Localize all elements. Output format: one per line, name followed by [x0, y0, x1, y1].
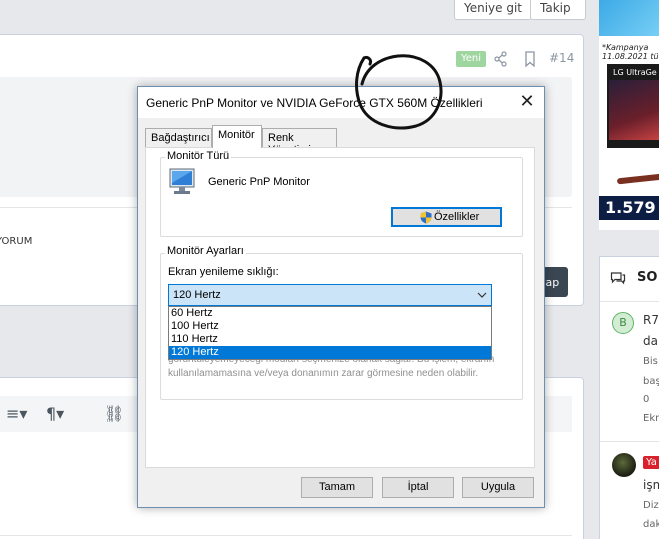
divider — [600, 441, 659, 442]
tab-monitor[interactable]: Monitör — [212, 125, 262, 148]
option-120hz[interactable]: 120 Hertz — [169, 346, 491, 359]
status-badge: Ya — [643, 456, 659, 469]
thread-meta: 0 — [643, 394, 650, 405]
monitor-properties-dialog: Generic PnP Monitor ve NVIDIA GeForce GT… — [137, 86, 545, 508]
side-advertisement[interactable]: *Kampanya 11.08.2021 tü LG UltraGe 1.579 — [599, 0, 659, 230]
ad-campaign-date: 11.08.2021 tü — [602, 52, 659, 61]
refresh-rate-dropdown[interactable]: 60 Hertz 100 Hertz 110 Hertz 120 Hertz — [168, 306, 492, 360]
monitor-settings-legend: Monitör Ayarları — [165, 245, 246, 257]
monitor-type-legend: Monitör Türü — [165, 150, 232, 162]
option-110hz[interactable]: 110 Hertz — [169, 333, 491, 346]
avatar[interactable] — [612, 453, 636, 477]
follow-button[interactable]: Takip — [530, 0, 586, 20]
new-badge: Yeni — [456, 51, 487, 67]
bookmark-icon[interactable] — [523, 50, 537, 68]
chat-icon — [610, 272, 626, 285]
properties-button[interactable]: Özellikler — [391, 207, 502, 227]
refresh-rate-select[interactable]: 120 Hertz — [168, 284, 492, 306]
thread-title[interactable]: R7 — [643, 313, 659, 327]
ad-banner-top — [599, 0, 659, 36]
monitor-name: Generic PnP Monitor — [208, 176, 310, 188]
monitor-icon — [169, 168, 195, 194]
align-icon[interactable]: ≡▾ — [6, 404, 27, 423]
dialog-titlebar[interactable]: Generic PnP Monitor ve NVIDIA GeForce GT… — [138, 87, 544, 118]
avatar[interactable]: B — [612, 312, 634, 334]
ad-campaign-text: *Kampanya — [602, 43, 649, 52]
link-icon[interactable]: ⛓ — [104, 404, 124, 423]
thread-meta[interactable]: Diz — [643, 500, 659, 511]
paragraph-icon[interactable]: ¶▾ — [46, 404, 64, 423]
ad-monitor-stand — [616, 173, 659, 185]
thread-title-line2[interactable]: da — [643, 334, 658, 348]
tab-adapter[interactable]: Bağdaştırıcı — [145, 128, 212, 147]
ok-button[interactable]: Tamam — [301, 477, 373, 498]
post-snippet: YORUM — [0, 236, 33, 247]
chevron-down-icon — [477, 292, 487, 298]
new-posts-button[interactable]: Yeniye git — [454, 0, 533, 20]
post-number[interactable]: #14 — [549, 51, 574, 65]
close-button[interactable]: ✕ — [510, 87, 544, 117]
shield-icon — [420, 211, 432, 224]
thread-meta[interactable]: baş — [643, 376, 659, 387]
side-panel-title: SO — [637, 270, 658, 285]
divider — [600, 301, 659, 302]
thread-title[interactable]: işm — [643, 478, 659, 492]
ad-monitor-screen — [609, 80, 659, 140]
apply-button[interactable]: Uygula — [462, 477, 534, 498]
ad-brand: LG UltraGe — [613, 68, 657, 77]
side-panel: SO B R7 da Bis baş 0 Ekr Ya işm Diz dak — [599, 256, 659, 539]
cancel-button[interactable]: İptal — [382, 477, 454, 498]
refresh-rate-value: 120 Hertz — [173, 289, 221, 301]
option-100hz[interactable]: 100 Hertz — [169, 320, 491, 333]
tab-color-management[interactable]: Renk Yönetimi — [262, 128, 337, 156]
thread-meta[interactable]: Bis — [643, 356, 658, 367]
thread-meta[interactable]: Ekr — [643, 413, 659, 424]
ad-price: 1.579 — [599, 196, 659, 220]
option-60hz[interactable]: 60 Hertz — [169, 307, 491, 320]
share-icon[interactable] — [494, 50, 508, 68]
refresh-rate-label: Ekran yenileme sıklığı: — [168, 266, 279, 278]
properties-button-label: Özellikler — [434, 211, 480, 223]
thread-meta[interactable]: dak — [643, 519, 659, 530]
hand-drawn-circle-annotation — [355, 54, 443, 130]
